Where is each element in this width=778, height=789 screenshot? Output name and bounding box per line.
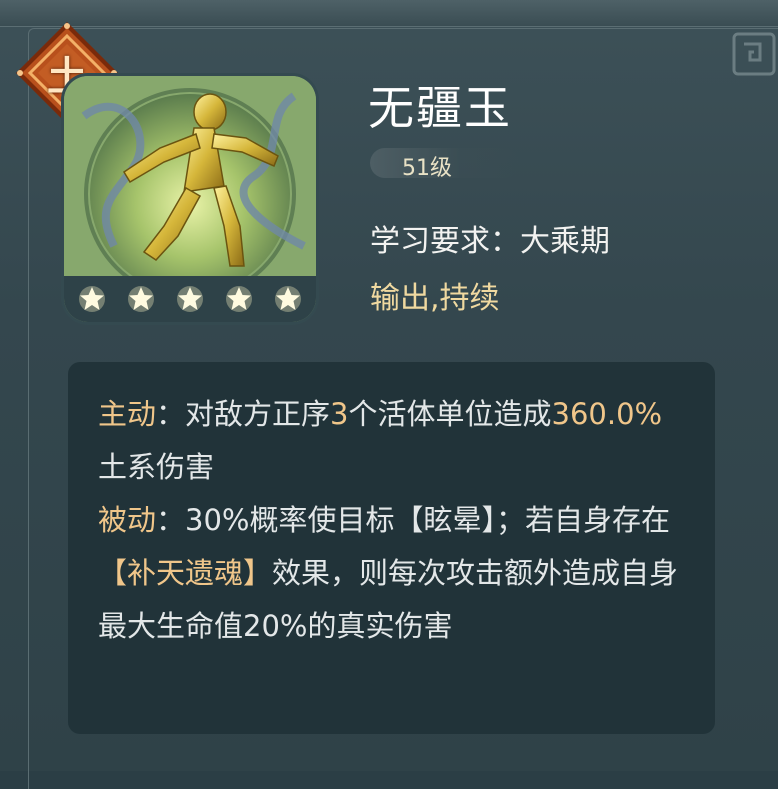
- star-icon: [128, 286, 155, 312]
- learn-requirement: 学习要求：大乘期: [370, 224, 610, 259]
- active-effect: 主动：对敌方正序3个活体单位造成360.0%土系伤害: [98, 397, 663, 484]
- star-icon: [225, 286, 252, 312]
- corner-ornament-icon: [732, 32, 776, 76]
- jade-figure-icon: [64, 76, 316, 276]
- star-icon: [274, 286, 301, 312]
- skill-tags: 输出,持续: [370, 281, 500, 316]
- active-label: 主动: [98, 397, 157, 431]
- skill-level: 51级: [402, 156, 452, 181]
- skill-detail-panel: 土: [0, 0, 778, 789]
- damage-value: 360.0%: [551, 397, 663, 431]
- star-rating: [64, 276, 316, 322]
- star-icon: [176, 286, 203, 312]
- passive-effect: 被动：30%概率使目标【眩晕】；若自身存在【补天遗魂】效果，则每次攻击额外造成自…: [98, 503, 679, 643]
- effect-name: 【补天遗魂】: [98, 556, 273, 590]
- target-count: 3: [330, 397, 349, 431]
- passive-label: 被动: [98, 503, 157, 537]
- skill-description: 主动：对敌方正序3个活体单位造成360.0%土系伤害 被动：30%概率使目标【眩…: [68, 362, 715, 734]
- skill-icon[interactable]: [64, 76, 316, 322]
- skill-name: 无疆玉: [368, 81, 512, 135]
- star-icon: [79, 286, 106, 312]
